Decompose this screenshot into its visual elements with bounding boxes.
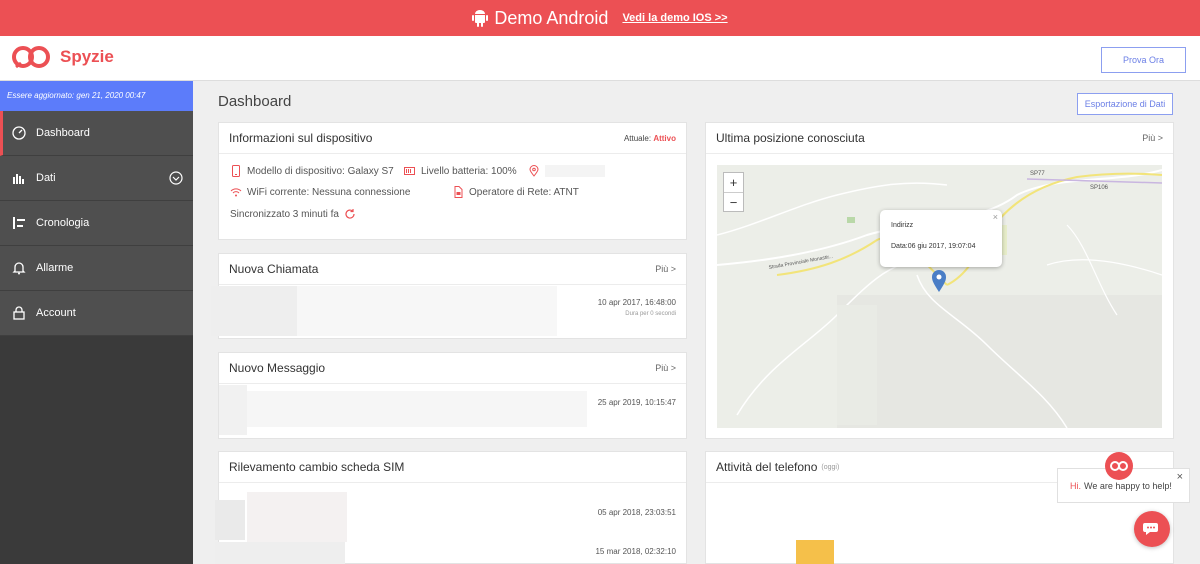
map-zoom-control: + − xyxy=(723,172,744,212)
brand-name: Spyzie xyxy=(60,47,114,66)
sidebar-item-label: Dati xyxy=(36,172,56,184)
new-message-card: Nuovo Messaggio Più > 25 apr 2019, 10:15… xyxy=(218,352,687,439)
battery-level: Livello batteria: 100% xyxy=(421,165,517,177)
road-label-sp106: SP106 xyxy=(1090,185,1109,191)
sidebar-item-label: Account xyxy=(36,307,76,319)
sim-change-card: Rilevamento cambio scheda SIM 05 apr 201… xyxy=(215,451,687,564)
map-marker-icon[interactable] xyxy=(931,269,947,293)
try-now-button[interactable]: Prova Ora xyxy=(1101,47,1186,73)
card-title: Informazioni sul dispositivo xyxy=(229,131,373,145)
blurred-message xyxy=(247,391,587,427)
close-icon[interactable]: × xyxy=(1177,471,1183,483)
call-duration: Dura per 0 secondi xyxy=(625,311,676,317)
device-info-card: Informazioni sul dispositivo Attuale: At… xyxy=(218,122,687,240)
map[interactable]: SP77 SP106 Strada Provinciale Monastir..… xyxy=(717,165,1162,428)
blurred-sim xyxy=(215,500,245,540)
wifi-status: WiFi corrente: Nessuna connessione xyxy=(247,186,411,198)
sidebar-item-dati[interactable]: Dati xyxy=(0,156,193,201)
battery-icon xyxy=(404,167,415,175)
road-label-sp77: SP77 xyxy=(1030,171,1045,177)
call-time: 10 apr 2017, 16:48:00 xyxy=(597,298,676,307)
phone-icon xyxy=(232,165,240,177)
bell-icon xyxy=(12,262,26,275)
sidebar-item-label: Cronologia xyxy=(36,217,90,229)
top-banner: Demo Android Vedi la demo IOS >> xyxy=(0,0,1200,36)
popup-date: Data:06 giu 2017, 19:07:04 xyxy=(891,243,976,250)
sidebar-item-label: Allarme xyxy=(36,262,74,274)
chat-hi: Hi. xyxy=(1070,480,1081,491)
sidebar-item-account[interactable]: Account xyxy=(0,291,193,336)
sidebar-item-label: Dashboard xyxy=(36,127,90,139)
sim-time-2: 15 mar 2018, 02:32:10 xyxy=(595,547,676,556)
sidebar-item-dashboard[interactable]: Dashboard xyxy=(0,111,193,156)
ios-demo-link[interactable]: Vedi la demo IOS >> xyxy=(622,12,727,24)
location-popup: × Indirizz Data:06 giu 2017, 19:07:04 xyxy=(880,210,1002,267)
card-title: Rilevamento cambio scheda SIM xyxy=(229,460,405,474)
location-pin-icon xyxy=(529,165,539,177)
new-call-card: Nuova Chiamata Più > 10 apr 2017, 16:48:… xyxy=(211,253,687,339)
activity-bar xyxy=(796,540,834,564)
more-link[interactable]: Più > xyxy=(1142,133,1163,143)
sidebar: Essere aggiornato: gen 21, 2020 00:47 Da… xyxy=(0,81,193,564)
page-title: Dashboard xyxy=(218,93,292,110)
sidebar-item-allarme[interactable]: Allarme xyxy=(0,246,193,291)
more-link[interactable]: Più > xyxy=(655,363,676,373)
sidebar-item-cronologia[interactable]: Cronologia xyxy=(0,201,193,246)
close-icon[interactable]: × xyxy=(993,212,998,222)
last-updated: Essere aggiornato: gen 21, 2020 00:47 xyxy=(0,81,193,111)
status-badge: Attuale: Attivo xyxy=(623,133,676,143)
device-model: Modello di dispositivo: Galaxy S7 xyxy=(247,165,394,177)
card-title: Attività del telefono xyxy=(716,460,818,474)
sim-time-1: 05 apr 2018, 23:03:51 xyxy=(597,508,676,517)
blurred-sim xyxy=(247,492,347,542)
network-operator: Operatore di Rete: ATNT xyxy=(469,186,579,198)
blurred-sim xyxy=(215,542,345,564)
app-header: Spyzie Prova Ora xyxy=(0,36,1200,81)
popup-address: Indirizz xyxy=(891,222,914,229)
map-roads: SP77 SP106 Strada Provinciale Monastir..… xyxy=(717,165,1162,428)
last-location-card: Ultima posizione conosciuta Più > SP77 S… xyxy=(705,122,1174,439)
card-subtitle: (oggi) xyxy=(821,463,840,471)
chat-message: We are happy to help! xyxy=(1084,480,1172,491)
gauge-icon xyxy=(12,126,26,140)
zoom-out-button[interactable]: − xyxy=(724,192,743,211)
more-link[interactable]: Più > xyxy=(655,264,676,274)
chat-open-button[interactable] xyxy=(1134,511,1170,547)
wifi-icon xyxy=(230,188,242,197)
blurred-contact xyxy=(211,286,297,336)
blurred-contact xyxy=(219,385,247,435)
spyzie-logo-icon xyxy=(12,46,50,69)
card-title: Ultima posizione conosciuta xyxy=(716,131,865,145)
card-title: Nuova Chiamata xyxy=(229,262,319,276)
chat-icon xyxy=(1143,523,1158,535)
message-time: 25 apr 2019, 10:15:47 xyxy=(597,398,676,407)
banner-title: Demo Android xyxy=(494,7,609,28)
card-title: Nuovo Messaggio xyxy=(229,361,326,375)
lock-icon xyxy=(13,306,25,320)
sim-icon xyxy=(454,186,463,198)
bar-chart-icon xyxy=(13,174,24,184)
chat-logo xyxy=(1105,452,1133,480)
timeline-icon xyxy=(13,217,25,229)
blurred-address xyxy=(545,165,605,177)
refresh-icon[interactable] xyxy=(344,208,356,220)
logo[interactable]: Spyzie xyxy=(12,45,114,69)
blurred-contact xyxy=(297,286,557,336)
spyzie-logo-icon xyxy=(1110,461,1128,471)
chevron-down-icon[interactable] xyxy=(169,171,183,185)
export-data-button[interactable]: Esportazione di Dati xyxy=(1077,93,1173,115)
android-icon xyxy=(472,10,489,27)
zoom-in-button[interactable]: + xyxy=(724,173,743,192)
sync-status: Sincronizzato 3 minuti fa xyxy=(230,208,339,220)
